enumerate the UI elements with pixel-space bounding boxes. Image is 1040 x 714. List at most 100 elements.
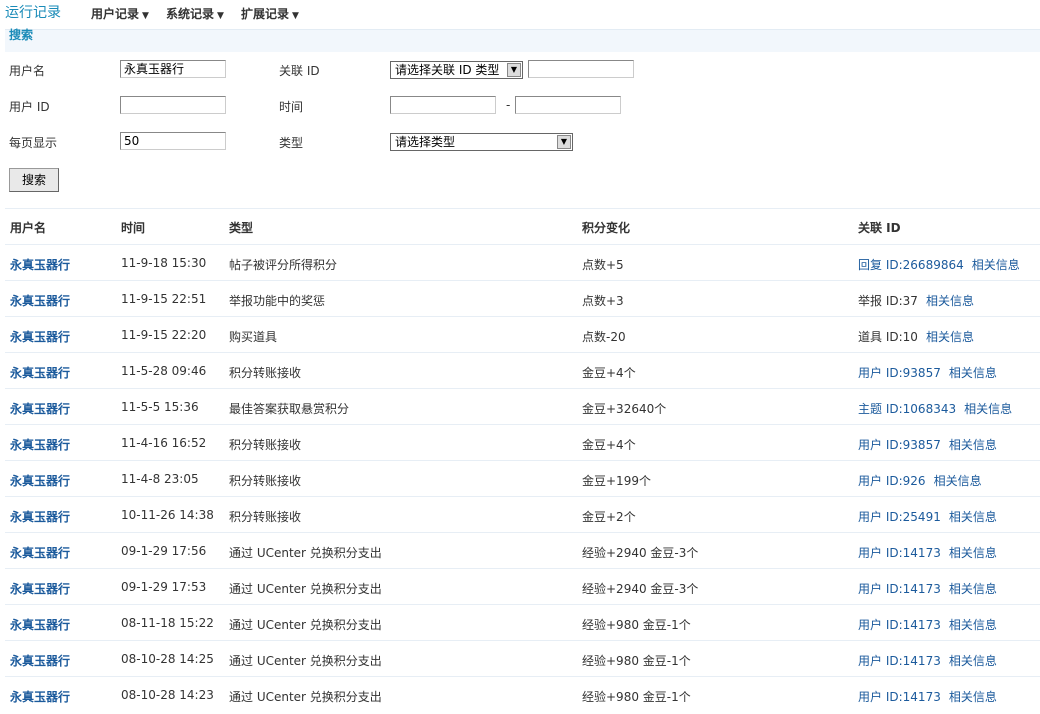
menu-extension-records[interactable]: 扩展记录 ▼	[241, 5, 299, 22]
related-id-link[interactable]: 回复 ID:26689864	[858, 258, 964, 272]
related-id-link[interactable]: 用户 ID:926	[858, 474, 926, 488]
label-related-id: 关联 ID	[279, 64, 320, 78]
label-type: 类型	[279, 136, 304, 150]
username-link[interactable]: 永真玉器行	[10, 364, 70, 381]
table-row: 永真玉器行 08-11-18 15:22 通过 UCenter 兑换积分支出 经验+9…	[5, 604, 1040, 640]
header-related-id: 关联 ID	[858, 221, 901, 235]
username-link[interactable]: 永真玉器行	[10, 292, 70, 309]
related-id-value: ID:93857	[885, 366, 941, 380]
related-id-link[interactable]: 用户 ID:25491	[858, 510, 941, 524]
credit-change-cell: 经验+980 金豆-1个	[582, 618, 691, 632]
related-info-link[interactable]: 相关信息	[972, 258, 1020, 272]
type-cell: 通过 UCenter 兑换积分支出	[229, 690, 382, 704]
username-link[interactable]: 永真玉器行	[10, 472, 70, 489]
table-row: 永真玉器行 08-10-28 14:25 通过 UCenter 兑换积分支出 经验+9…	[5, 640, 1040, 676]
related-info-link[interactable]: 相关信息	[926, 294, 974, 308]
related-id-value: ID:25491	[885, 510, 941, 524]
related-info-link[interactable]: 相关信息	[926, 330, 974, 344]
credit-change-cell: 金豆+4个	[582, 438, 636, 452]
related-id-link[interactable]: 用户 ID:14173	[858, 654, 941, 668]
username-link[interactable]: 永真玉器行	[10, 652, 70, 669]
time-to-input[interactable]	[515, 96, 621, 114]
related-id-link[interactable]: 用户 ID:14173	[858, 582, 941, 596]
per-page-input[interactable]: 50	[120, 132, 226, 150]
related-id-cell: 用户 ID:926 相关信息	[858, 472, 982, 489]
related-info-link[interactable]: 相关信息	[949, 618, 997, 632]
username-link[interactable]: 永真玉器行	[10, 580, 70, 597]
related-id-input[interactable]	[528, 60, 634, 78]
related-info-link[interactable]: 相关信息	[934, 474, 982, 488]
type-select[interactable]: 请选择类型 ▼	[390, 133, 573, 151]
credit-change-cell: 点数+5	[582, 258, 624, 272]
header-credit-change: 积分变化	[582, 221, 631, 235]
related-id-link[interactable]: 用户 ID:93857	[858, 366, 941, 380]
header-type: 类型	[229, 221, 254, 235]
related-info-link[interactable]: 相关信息	[949, 438, 997, 452]
related-id-link[interactable]: 用户 ID:14173	[858, 546, 941, 560]
user-id-input[interactable]	[120, 96, 226, 114]
username-link[interactable]: 永真玉器行	[10, 436, 70, 453]
username-link[interactable]: 永真玉器行	[10, 688, 70, 705]
caret-down-icon: ▼	[292, 11, 299, 21]
related-type: 主题	[858, 402, 883, 416]
related-id-link[interactable]: 用户 ID:93857	[858, 438, 941, 452]
related-info-link[interactable]: 相关信息	[949, 366, 997, 380]
time-cell: 11-5-28 09:46	[121, 364, 207, 378]
related-id-link: 道具 ID:10	[858, 330, 918, 344]
related-id-cell: 用户 ID:14173 相关信息	[858, 652, 997, 669]
credit-change-cell: 点数+3	[582, 294, 624, 308]
menu-user-records[interactable]: 用户记录 ▼	[91, 5, 149, 22]
related-id-link[interactable]: 用户 ID:14173	[858, 618, 941, 632]
username-input[interactable]: 永真玉器行	[120, 60, 226, 78]
username-link[interactable]: 永真玉器行	[10, 400, 70, 417]
brand-title[interactable]: 运行记录	[5, 2, 61, 22]
related-info-link[interactable]: 相关信息	[949, 690, 997, 704]
related-id-value: ID:93857	[885, 438, 941, 452]
time-cell: 11-5-5 15:36	[121, 400, 199, 414]
related-info-link[interactable]: 相关信息	[949, 510, 997, 524]
time-from-input[interactable]	[390, 96, 496, 114]
credit-change-cell: 金豆+32640个	[582, 402, 667, 416]
caret-down-icon: ▼	[142, 11, 149, 21]
label-user-id: 用户 ID	[9, 100, 50, 114]
type-cell: 积分转账接收	[229, 366, 302, 380]
related-info-link[interactable]: 相关信息	[964, 402, 1012, 416]
related-id-link[interactable]: 主题 ID:1068343	[858, 402, 956, 416]
related-id-cell: 用户 ID:14173 相关信息	[858, 616, 997, 633]
time-cell: 11-9-15 22:20	[121, 328, 207, 342]
type-cell: 举报功能中的奖惩	[229, 294, 326, 308]
related-info-link[interactable]: 相关信息	[949, 582, 997, 596]
username-link[interactable]: 永真玉器行	[10, 616, 70, 633]
credit-change-cell: 金豆+2个	[582, 510, 636, 524]
related-info-link[interactable]: 相关信息	[949, 654, 997, 668]
related-type: 用户	[858, 438, 883, 452]
username-link[interactable]: 永真玉器行	[10, 256, 70, 273]
top-nav: 运行记录 用户记录 ▼ 系统记录 ▼ 扩展记录 ▼	[0, 0, 1040, 26]
header-time: 时间	[121, 221, 146, 235]
username-link[interactable]: 永真玉器行	[10, 328, 70, 345]
records-table: 用户名 时间 类型 积分变化 关联 ID 永真玉器行 11-9-18 15:30 帖…	[5, 208, 1040, 712]
type-cell: 积分转账接收	[229, 510, 302, 524]
related-id-type-select[interactable]: 请选择关联 ID 类型 ▼	[390, 61, 523, 79]
type-cell: 积分转账接收	[229, 438, 302, 452]
related-id-link[interactable]: 用户 ID:14173	[858, 690, 941, 704]
credit-change-cell: 经验+2940 金豆-3个	[582, 582, 699, 596]
related-info-link[interactable]: 相关信息	[949, 546, 997, 560]
type-cell: 通过 UCenter 兑换积分支出	[229, 654, 382, 668]
related-type: 用户	[858, 366, 883, 380]
related-type: 用户	[858, 690, 883, 704]
related-id-value: ID:26689864	[885, 258, 964, 272]
search-button[interactable]: 搜索	[9, 168, 59, 192]
related-type: 举报	[858, 294, 883, 308]
username-link[interactable]: 永真玉器行	[10, 544, 70, 561]
related-type: 道具	[858, 330, 883, 344]
username-link[interactable]: 永真玉器行	[10, 508, 70, 525]
header-username: 用户名	[10, 221, 47, 235]
related-id-cell: 回复 ID:26689864 相关信息	[858, 256, 1020, 273]
credit-change-cell: 金豆+4个	[582, 366, 636, 380]
menu-system-records[interactable]: 系统记录 ▼	[166, 5, 224, 22]
related-id-cell: 用户 ID:14173 相关信息	[858, 580, 997, 597]
type-cell: 通过 UCenter 兑换积分支出	[229, 582, 382, 596]
table-row: 永真玉器行 11-9-15 22:51 举报功能中的奖惩 点数+3 举报 ID:37 相关…	[5, 280, 1040, 316]
related-id-link: 举报 ID:37	[858, 294, 918, 308]
